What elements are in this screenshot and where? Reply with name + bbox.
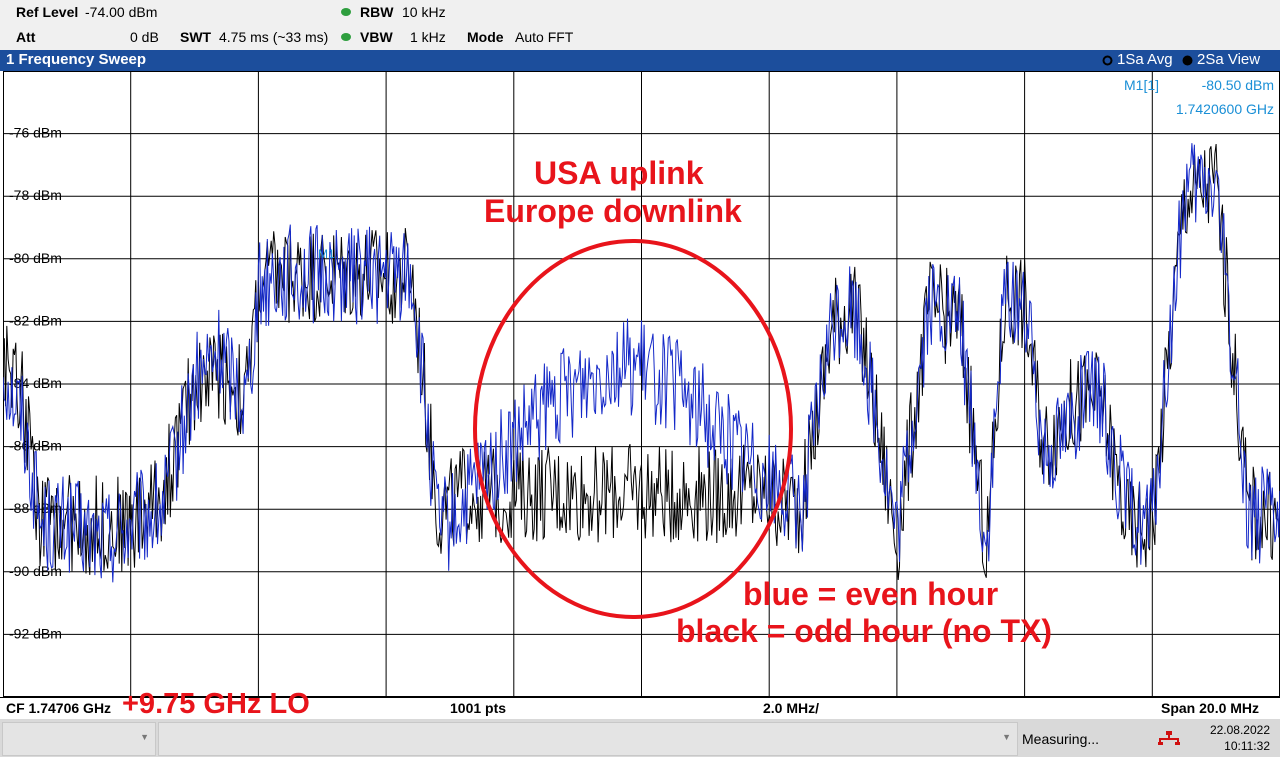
- status-dropdown-middle[interactable]: ▼: [158, 722, 1018, 756]
- att-value[interactable]: 0 dB: [130, 29, 159, 45]
- y-tick-label: -92 dBm: [9, 625, 62, 641]
- trace1-icon: [1102, 55, 1113, 66]
- ref-level-value[interactable]: -74.00 dBm: [85, 4, 157, 20]
- status-bar: ▼ ▼ Measuring... 22.08.2022 10:11:32: [0, 719, 1280, 757]
- y-tick-label: -80 dBm: [9, 250, 62, 266]
- span[interactable]: Span 20.0 MHz: [1161, 700, 1259, 716]
- trace2-label[interactable]: 2Sa View: [1197, 51, 1260, 68]
- window-title: 1 Frequency Sweep: [6, 51, 147, 68]
- y-tick-label: -82 dBm: [9, 312, 62, 328]
- network-icon: [1158, 731, 1180, 745]
- annotation-usa-uplink: USA uplink: [534, 155, 704, 191]
- rbw-value[interactable]: 10 kHz: [402, 4, 446, 20]
- status-dropdown-left[interactable]: ▼: [2, 722, 156, 756]
- sweep-points[interactable]: 1001 pts: [450, 700, 506, 716]
- window-title-bar[interactable]: 1 Frequency Sweep 1Sa Avg 2Sa View: [0, 50, 1280, 71]
- ref-level-label: Ref Level: [16, 4, 79, 20]
- rbw-label: RBW: [360, 4, 394, 20]
- swt-value[interactable]: 4.75 ms (~33 ms): [219, 29, 328, 45]
- vbw-coupled-icon: [341, 33, 351, 41]
- vbw-value[interactable]: 1 kHz: [410, 29, 446, 45]
- center-frequency[interactable]: CF 1.74706 GHz: [6, 700, 111, 716]
- measuring-status: Measuring...: [1022, 731, 1100, 747]
- marker-name: M1[1]: [1124, 77, 1160, 93]
- marker-level: -80.50 dBm: [1201, 77, 1274, 93]
- trace1-label[interactable]: 1Sa Avg: [1117, 51, 1173, 68]
- mode-value[interactable]: Auto FFT: [515, 29, 573, 45]
- y-tick-label: -90 dBm: [9, 563, 62, 579]
- y-tick-label: -86 dBm: [9, 438, 62, 454]
- legend-black-text: black = odd hour (no TX): [676, 613, 1052, 649]
- header-panel: Ref Level -74.00 dBm Att 0 dB SWT 4.75 m…: [0, 0, 1280, 50]
- status-date: 22.08.2022: [1209, 723, 1270, 737]
- y-tick-label: -78 dBm: [9, 187, 62, 203]
- chevron-down-icon: ▼: [140, 732, 149, 742]
- y-tick-label: -76 dBm: [9, 125, 62, 141]
- mode-label: Mode: [467, 29, 504, 45]
- marker-m1-label: M1: [318, 247, 335, 261]
- marker-frequency: 1.7420600 GHz: [1175, 101, 1274, 117]
- frequency-per-division: 2.0 MHz/: [763, 700, 820, 716]
- chevron-down-icon: ▼: [1002, 732, 1011, 742]
- status-time: 10:11:32: [1224, 739, 1270, 753]
- annotation-lo-offset: +9.75 GHz LO: [122, 688, 310, 720]
- trace2-icon: [1182, 55, 1193, 66]
- legend-blue-text: blue = even hour: [743, 576, 999, 612]
- annotation-europe-downlink: Europe downlink: [484, 193, 742, 229]
- vbw-label: VBW: [360, 29, 393, 45]
- att-label: Att: [16, 29, 36, 45]
- swt-label: SWT: [180, 29, 212, 45]
- rbw-coupled-icon: [341, 8, 351, 16]
